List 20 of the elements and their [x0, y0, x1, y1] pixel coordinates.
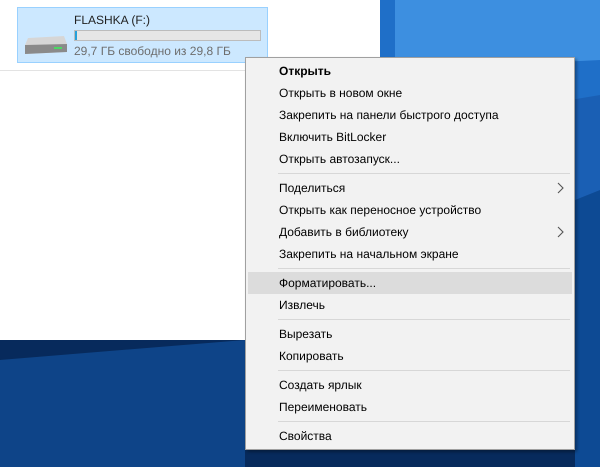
menu-item[interactable]: Добавить в библиотеку [248, 221, 572, 243]
free-space-text: 29,7 ГБ свободно из 29,8 ГБ [74, 44, 232, 58]
menu-item[interactable]: Извлечь [248, 294, 572, 316]
menu-item[interactable]: Открыть как переносное устройство [248, 199, 572, 221]
menu-item[interactable]: Переименовать [248, 396, 572, 418]
drive-name: FLASHKA (F:) [74, 13, 152, 27]
menu-item[interactable]: Копировать [248, 345, 572, 367]
menu-item[interactable]: Свойства [248, 425, 572, 447]
drive-tile[interactable]: FLASHKA (F:) 29,7 ГБ свободно из 29,8 ГБ [17, 7, 268, 63]
menu-item[interactable]: Открыть [248, 60, 572, 82]
menu-item[interactable]: Вырезать [248, 323, 572, 345]
drive-icon [24, 34, 68, 56]
menu-item[interactable]: Открыть автозапуск... [248, 148, 572, 170]
menu-item[interactable]: Создать ярлык [248, 374, 572, 396]
menu-item[interactable]: Форматировать... [248, 272, 572, 294]
menu-item[interactable]: Закрепить на начальном экране [248, 243, 572, 265]
menu-item[interactable]: Включить BitLocker [248, 126, 572, 148]
menu-item[interactable]: Закрепить на панели быстрого доступа [248, 104, 572, 126]
menu-item[interactable]: Поделиться [248, 177, 572, 199]
menu-item[interactable]: Открыть в новом окне [248, 82, 572, 104]
